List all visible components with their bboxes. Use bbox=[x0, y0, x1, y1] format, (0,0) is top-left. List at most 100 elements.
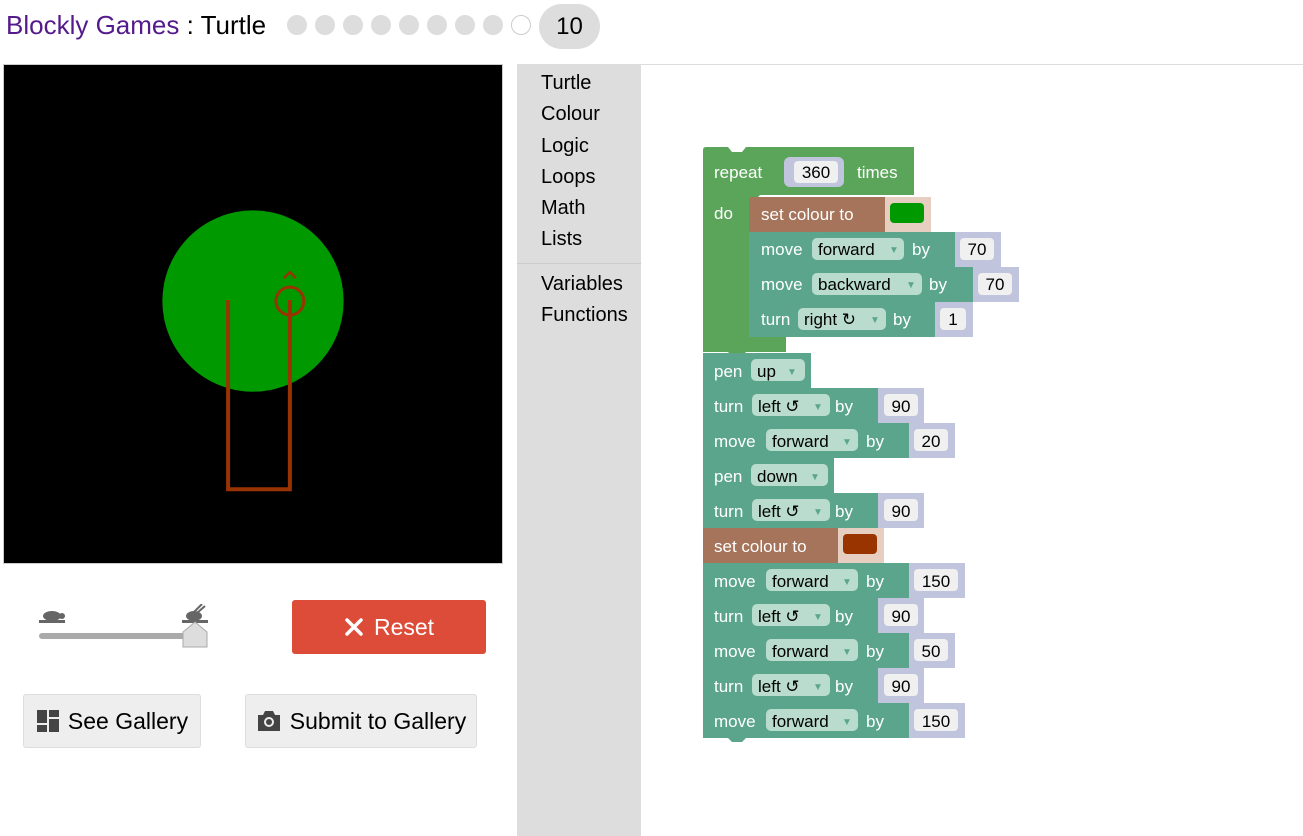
turn-value[interactable]: 90 bbox=[892, 502, 911, 521]
move-forward-block[interactable]: move forward ▼ by 150 bbox=[703, 703, 965, 742]
colour-swatch-brown[interactable] bbox=[843, 534, 877, 554]
turn-label: turn bbox=[714, 502, 743, 521]
inner-move-forward-block[interactable]: move forward ▼ by 70 bbox=[749, 232, 1001, 267]
category-functions[interactable]: Functions bbox=[541, 304, 628, 327]
category-colour[interactable]: Colour bbox=[541, 103, 600, 126]
inner-move-backward-block[interactable]: move backward ▼ by 70 bbox=[749, 267, 1019, 302]
submit-to-gallery-button[interactable]: Submit to Gallery bbox=[245, 694, 477, 748]
move-label: move bbox=[761, 240, 803, 259]
turn-label: turn bbox=[761, 310, 790, 329]
turn-value[interactable]: 90 bbox=[892, 397, 911, 416]
block-workspace[interactable]: repeat 360 times do set colour to move f… bbox=[641, 65, 1303, 836]
category-lists[interactable]: Lists bbox=[541, 228, 582, 251]
move-forward-block[interactable]: move forward ▼ by 50 bbox=[703, 633, 955, 668]
turn-dir-dropdown[interactable]: left ↺ bbox=[758, 677, 800, 696]
move-value[interactable]: 150 bbox=[922, 712, 950, 731]
app-name-link[interactable]: Blockly Games bbox=[6, 10, 179, 40]
move-label: move bbox=[714, 642, 756, 661]
toolbox: Turtle Colour Logic Loops Math Lists Var… bbox=[517, 64, 641, 836]
move-label: move bbox=[714, 712, 756, 731]
move-forward-block[interactable]: move forward ▼ by 20 bbox=[703, 423, 955, 458]
inner-turn-right-block[interactable]: turn right ↻ ▼ by 1 bbox=[749, 302, 973, 337]
move-dir-dropdown[interactable]: forward bbox=[772, 712, 829, 731]
level-name: Turtle bbox=[200, 10, 267, 40]
move-value[interactable]: 20 bbox=[922, 432, 941, 451]
category-loops[interactable]: Loops bbox=[541, 166, 596, 189]
by-label: by bbox=[866, 432, 884, 451]
level-dot-8[interactable] bbox=[483, 15, 503, 35]
turn-dir-dropdown[interactable]: left ↺ bbox=[758, 502, 800, 521]
svg-text:▼: ▼ bbox=[842, 647, 852, 658]
pen-down-block[interactable]: pen down ▼ bbox=[703, 458, 834, 493]
pen-up-block[interactable]: pen up ▼ bbox=[703, 353, 811, 388]
turn-dir-dropdown[interactable]: left ↺ bbox=[758, 607, 800, 626]
svg-text:▼: ▼ bbox=[813, 402, 823, 413]
repeat-count[interactable]: 360 bbox=[802, 163, 830, 182]
svg-text:▼: ▼ bbox=[842, 577, 852, 588]
move-value[interactable]: 150 bbox=[922, 572, 950, 591]
level-dot-5[interactable] bbox=[399, 15, 419, 35]
current-level-badge[interactable]: 10 bbox=[539, 4, 600, 49]
inner-set-colour-block[interactable]: set colour to bbox=[749, 197, 931, 232]
level-dot-2[interactable] bbox=[315, 15, 335, 35]
turtle-icon bbox=[39, 611, 65, 623]
turn-value[interactable]: 1 bbox=[948, 310, 957, 329]
level-dot-3[interactable] bbox=[343, 15, 363, 35]
move-dir-dropdown[interactable]: forward bbox=[772, 432, 829, 451]
category-math[interactable]: Math bbox=[541, 197, 585, 220]
turn-left-block[interactable]: turn left ↺ ▼ by 90 bbox=[703, 668, 924, 703]
turn-label: turn bbox=[714, 677, 743, 696]
turtle-canvas bbox=[3, 64, 503, 564]
close-icon bbox=[345, 618, 363, 636]
title-separator: : bbox=[179, 10, 201, 40]
move-value[interactable]: 70 bbox=[968, 240, 987, 259]
move-dir-dropdown[interactable]: forward bbox=[818, 240, 875, 259]
see-gallery-button[interactable]: See Gallery bbox=[23, 694, 201, 748]
turn-value[interactable]: 90 bbox=[892, 607, 911, 626]
turn-left-block[interactable]: turn left ↺ ▼ by 90 bbox=[703, 388, 924, 423]
svg-text:▼: ▼ bbox=[842, 437, 852, 448]
turn-dir-dropdown[interactable]: right ↻ bbox=[804, 310, 856, 329]
move-dir-dropdown[interactable]: forward bbox=[772, 642, 829, 661]
level-dot-7[interactable] bbox=[455, 15, 475, 35]
pen-state-dropdown[interactable]: up bbox=[757, 362, 776, 381]
header: Blockly Games : Turtle 10 bbox=[0, 0, 1303, 56]
move-value[interactable]: 50 bbox=[922, 642, 941, 661]
move-dir-dropdown[interactable]: backward bbox=[818, 275, 891, 294]
turn-label: turn bbox=[714, 397, 743, 416]
svg-text:▼: ▼ bbox=[813, 507, 823, 518]
see-gallery-label: See Gallery bbox=[67, 707, 189, 734]
level-dot-9[interactable] bbox=[511, 15, 531, 35]
repeat-label: repeat bbox=[714, 163, 762, 182]
slider-handle[interactable] bbox=[182, 621, 208, 648]
turn-dir-dropdown[interactable]: left ↺ bbox=[758, 397, 800, 416]
by-label: by bbox=[835, 397, 853, 416]
level-dot-1[interactable] bbox=[287, 15, 307, 35]
level-dot-6[interactable] bbox=[427, 15, 447, 35]
svg-text:▼: ▼ bbox=[810, 472, 820, 483]
move-label: move bbox=[714, 432, 756, 451]
turn-left-block[interactable]: turn left ↺ ▼ by 90 bbox=[703, 598, 924, 633]
level-dot-4[interactable] bbox=[371, 15, 391, 35]
speed-slider[interactable] bbox=[34, 604, 214, 652]
move-value[interactable]: 70 bbox=[986, 275, 1005, 294]
pen-label: pen bbox=[714, 467, 742, 486]
by-label: by bbox=[893, 310, 911, 329]
turn-left-block[interactable]: turn left ↺ ▼ by 90 bbox=[703, 493, 924, 528]
reset-button[interactable]: Reset bbox=[292, 600, 486, 654]
category-variables[interactable]: Variables bbox=[541, 273, 623, 296]
app-title: Blockly Games : Turtle bbox=[6, 10, 266, 41]
move-label: move bbox=[761, 275, 803, 294]
category-turtle[interactable]: Turtle bbox=[541, 72, 591, 95]
colour-swatch-green[interactable] bbox=[890, 203, 924, 223]
svg-text:▼: ▼ bbox=[889, 245, 899, 256]
svg-text:▼: ▼ bbox=[787, 367, 797, 378]
move-forward-block[interactable]: move forward ▼ by 150 bbox=[703, 563, 965, 598]
set-colour-block[interactable]: set colour to bbox=[703, 528, 884, 563]
category-logic[interactable]: Logic bbox=[541, 135, 589, 158]
gallery-icon bbox=[36, 710, 59, 732]
move-dir-dropdown[interactable]: forward bbox=[772, 572, 829, 591]
pen-state-dropdown[interactable]: down bbox=[757, 467, 798, 486]
turn-value[interactable]: 90 bbox=[892, 677, 911, 696]
svg-text:▼: ▼ bbox=[813, 612, 823, 623]
